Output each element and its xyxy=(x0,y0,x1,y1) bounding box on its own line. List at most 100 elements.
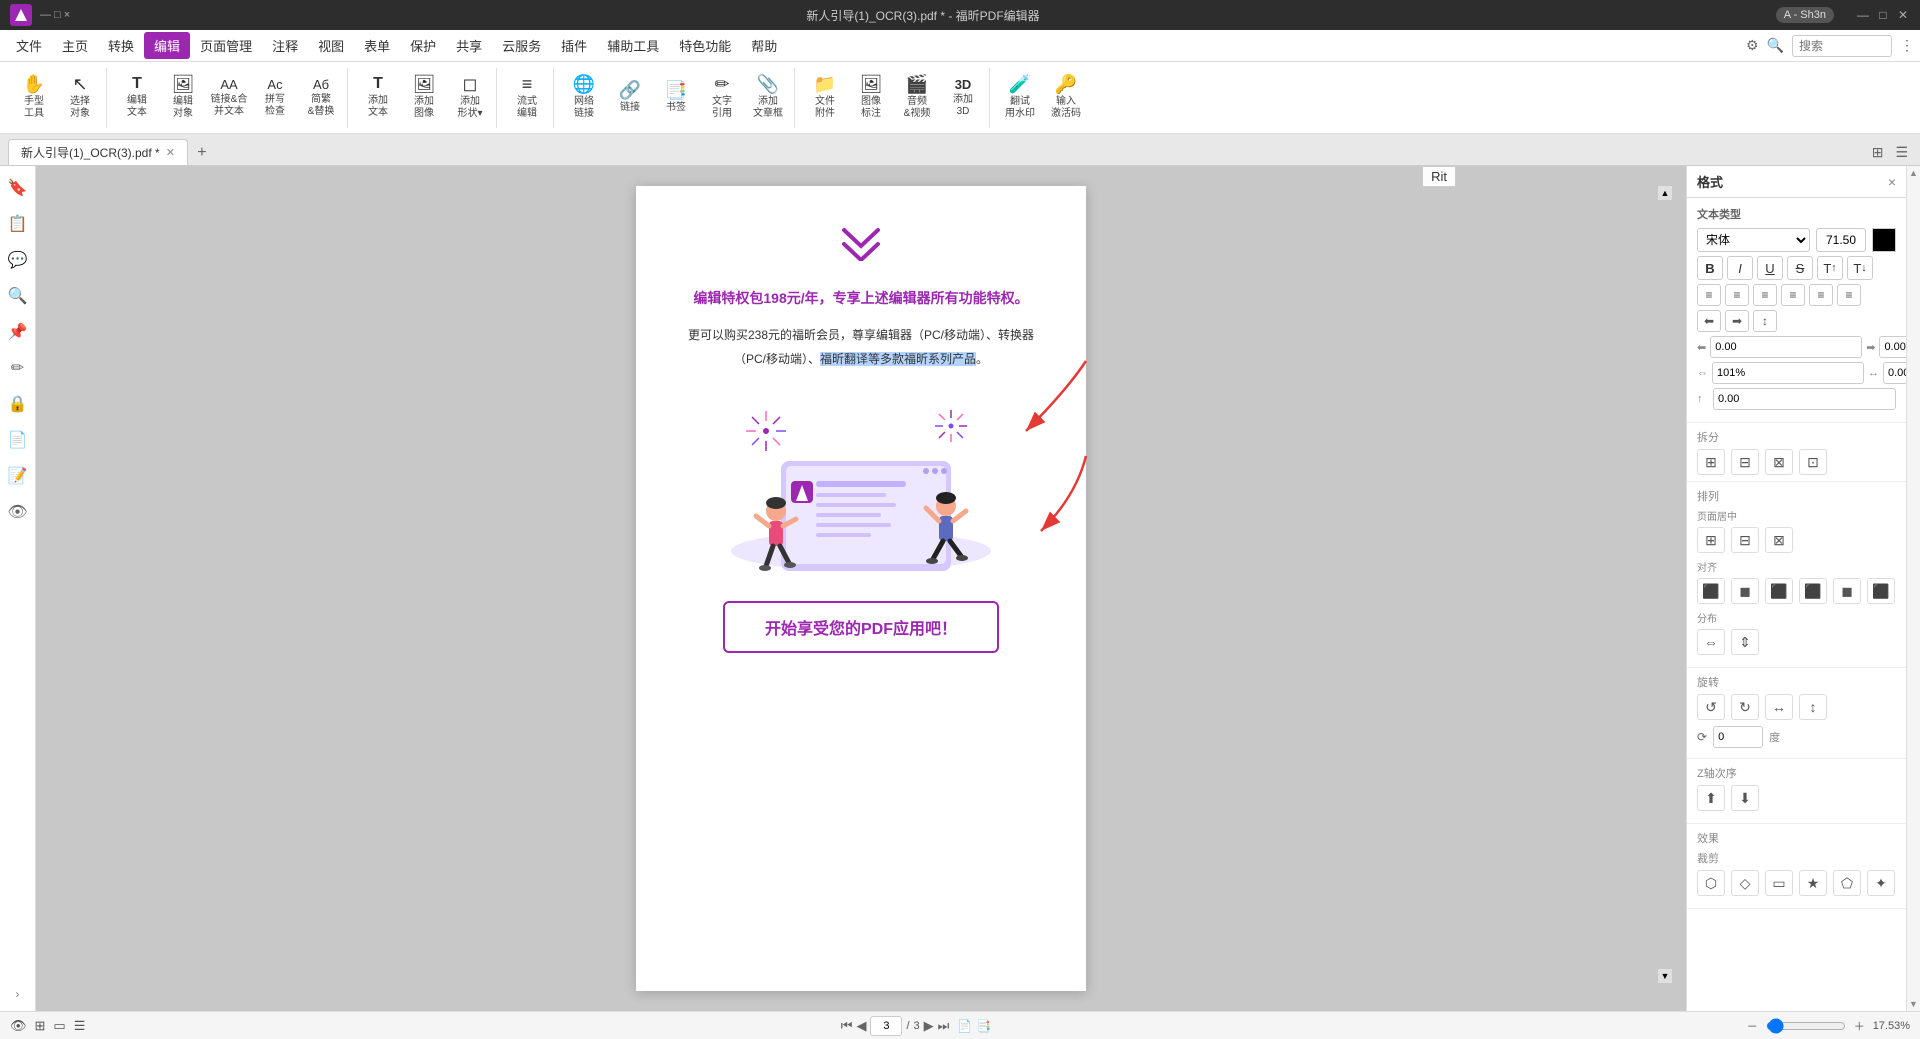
bookmark-button[interactable]: 📑 书签 xyxy=(654,70,698,126)
baseline-input[interactable] xyxy=(1713,388,1896,410)
web-link-button[interactable]: 🌐 网络链接 xyxy=(562,70,606,126)
align-right-button[interactable]: ≡ xyxy=(1753,284,1777,306)
minimize-button[interactable]: — xyxy=(1856,8,1870,22)
window-controls[interactable]: — □ ✕ xyxy=(1856,8,1910,22)
sidebar-bookmark-icon[interactable]: 🔖 xyxy=(4,174,32,202)
underline-button[interactable]: U xyxy=(1757,256,1783,280)
zoom-slider[interactable] xyxy=(1766,1018,1846,1034)
scale-input[interactable] xyxy=(1712,362,1864,384)
edit-object-button[interactable]: 🖼 编辑对象 xyxy=(161,70,205,126)
eye-icon[interactable]: 👁 xyxy=(10,1018,27,1034)
article-button[interactable]: 📎 添加文章框 xyxy=(746,70,790,126)
view-toggle-grid[interactable]: ⊞ xyxy=(1868,144,1888,161)
menu-help[interactable]: 帮助 xyxy=(741,32,787,59)
tab-close-button[interactable]: ✕ xyxy=(166,146,175,159)
crop-diamond-icon[interactable]: ◇ xyxy=(1731,870,1759,896)
crop-cross-icon[interactable]: ✦ xyxy=(1867,870,1895,896)
align-right-edge[interactable]: ⬛ xyxy=(1765,578,1793,604)
menu-annotate[interactable]: 注释 xyxy=(262,32,308,59)
sidebar-view-icon[interactable]: 👁 xyxy=(4,498,32,526)
indent-decrease-button[interactable]: ⬅ xyxy=(1697,310,1721,332)
link-merge-button[interactable]: AA 链接&合并文本 xyxy=(207,70,251,126)
distribute-h-icon[interactable]: ⇔ xyxy=(1697,629,1725,655)
right-panel-close-button[interactable]: × xyxy=(1888,174,1896,190)
first-page-button[interactable]: ⏮ xyxy=(841,1018,853,1034)
distribute-v-icon[interactable]: ⇕ xyxy=(1731,629,1759,655)
superscript-button[interactable]: T↑ xyxy=(1817,256,1843,280)
close-button[interactable]: ✕ xyxy=(1896,8,1910,22)
continuous-view-icon[interactable]: ☰ xyxy=(74,1018,86,1034)
font-color-picker[interactable] xyxy=(1872,228,1896,252)
menu-view[interactable]: 视图 xyxy=(308,32,354,59)
edit-text-button[interactable]: T 编辑文本 xyxy=(115,70,159,126)
doc-area[interactable]: ▲ 编辑特权包198元/年，专享上述编辑器所有功能特权。 更可以购买238元的福… xyxy=(36,166,1686,1011)
menu-home[interactable]: 主页 xyxy=(52,32,98,59)
menu-file[interactable]: 文件 xyxy=(6,32,52,59)
menu-edit[interactable]: 编辑 xyxy=(144,32,190,59)
menu-protect[interactable]: 保护 xyxy=(400,32,446,59)
sidebar-doc-icon[interactable]: 📄 xyxy=(4,426,32,454)
sidebar-security-icon[interactable]: 🔒 xyxy=(4,390,32,418)
scroll-up-button[interactable]: ▲ xyxy=(1658,186,1672,200)
hyphenation-toggle[interactable]: 拆分 xyxy=(1697,429,1896,445)
hand-tool-button[interactable]: ✋ 手型工具 xyxy=(12,70,56,126)
flow-edit-button[interactable]: ≡ 流式编辑 xyxy=(505,70,549,126)
flip-v-icon[interactable]: ↕ xyxy=(1799,694,1827,720)
spell-check-button[interactable]: Ac 拼写检查 xyxy=(253,70,297,126)
more-options-icon[interactable]: ⋮ xyxy=(1900,37,1914,54)
sidebar-search-icon[interactable]: 🔍 xyxy=(4,282,32,310)
menu-cloud[interactable]: 云服务 xyxy=(492,32,551,59)
activate-button[interactable]: 🔑 输入激活码 xyxy=(1044,70,1088,126)
sidebar-edit-icon[interactable]: ✏ xyxy=(4,354,32,382)
crop-circle-icon[interactable]: ⬡ xyxy=(1697,870,1725,896)
menu-special[interactable]: 特色功能 xyxy=(669,32,741,59)
send-back-icon[interactable]: ⬇ xyxy=(1731,785,1759,811)
flip-h-icon[interactable]: ↔ xyxy=(1765,694,1793,720)
text-ref-button[interactable]: ✏ 文字引用 xyxy=(700,70,744,126)
menu-tools[interactable]: 辅助工具 xyxy=(597,32,669,59)
align-justify2-button[interactable]: ≡ xyxy=(1809,284,1833,306)
align-top-edge[interactable]: ⬛ xyxy=(1799,578,1827,604)
hyph-icon-3[interactable]: ⊠ xyxy=(1765,449,1793,475)
align-bottom-edge[interactable]: ⬛ xyxy=(1867,578,1895,604)
last-page-button[interactable]: ⏭ xyxy=(938,1018,950,1034)
sidebar-pin-icon[interactable]: 📌 xyxy=(4,318,32,346)
add-text-button[interactable]: T 添加文本 xyxy=(356,70,400,126)
menu-convert[interactable]: 转换 xyxy=(98,32,144,59)
continuous-page-icon[interactable]: 📑 xyxy=(976,1019,991,1033)
align-justify3-button[interactable]: ≡ xyxy=(1837,284,1861,306)
rotate-degree-input[interactable] xyxy=(1713,726,1763,748)
center-h-icon[interactable]: ⊞ xyxy=(1697,527,1725,553)
align-center-button[interactable]: ≡ xyxy=(1725,284,1749,306)
audio-video-button[interactable]: 🎬 音频&视频 xyxy=(895,70,939,126)
hyph-icon-2[interactable]: ⊟ xyxy=(1731,449,1759,475)
bold-button[interactable]: B xyxy=(1697,256,1723,280)
crop-star-icon[interactable]: ★ xyxy=(1799,870,1827,896)
scroll-down-right[interactable]: ▼ xyxy=(1907,997,1920,1011)
menu-page-manage[interactable]: 页面管理 xyxy=(190,32,262,59)
page-layout-icon[interactable]: 📄 xyxy=(957,1019,972,1033)
sidebar-pages-icon[interactable]: 📋 xyxy=(4,210,32,238)
next-page-button[interactable]: ▶ xyxy=(924,1018,934,1034)
crop-hex-icon[interactable]: ⬠ xyxy=(1833,870,1861,896)
rotate-cw-icon[interactable]: ↻ xyxy=(1731,694,1759,720)
center-both-icon[interactable]: ⊠ xyxy=(1765,527,1793,553)
indent-increase-button[interactable]: ➡ xyxy=(1725,310,1749,332)
scroll-down-button[interactable]: ▼ xyxy=(1658,969,1672,983)
arrange-toggle[interactable]: 排列 xyxy=(1697,488,1896,504)
menu-form[interactable]: 表单 xyxy=(354,32,400,59)
align-justify-button[interactable]: ≡ xyxy=(1781,284,1805,306)
align-left-button[interactable]: ≡ xyxy=(1697,284,1721,306)
crop-rect-icon[interactable]: ▭ xyxy=(1765,870,1793,896)
attachment-button[interactable]: 📁 文件附件 xyxy=(803,70,847,126)
search-icon[interactable]: 🔍 xyxy=(1767,37,1784,54)
hyph-icon-1[interactable]: ⊞ xyxy=(1697,449,1725,475)
zoom-out-button[interactable]: － xyxy=(1747,1018,1758,1034)
sidebar-note-icon[interactable]: 📝 xyxy=(4,462,32,490)
single-view-icon[interactable]: ▭ xyxy=(53,1018,65,1034)
hyph-icon-4[interactable]: ⊡ xyxy=(1799,449,1827,475)
scroll-track-right[interactable] xyxy=(1907,180,1920,997)
effects-label[interactable]: 效果 xyxy=(1697,830,1896,846)
search-input[interactable] xyxy=(1792,35,1892,57)
sidebar-expand-button[interactable]: › xyxy=(16,985,20,1003)
